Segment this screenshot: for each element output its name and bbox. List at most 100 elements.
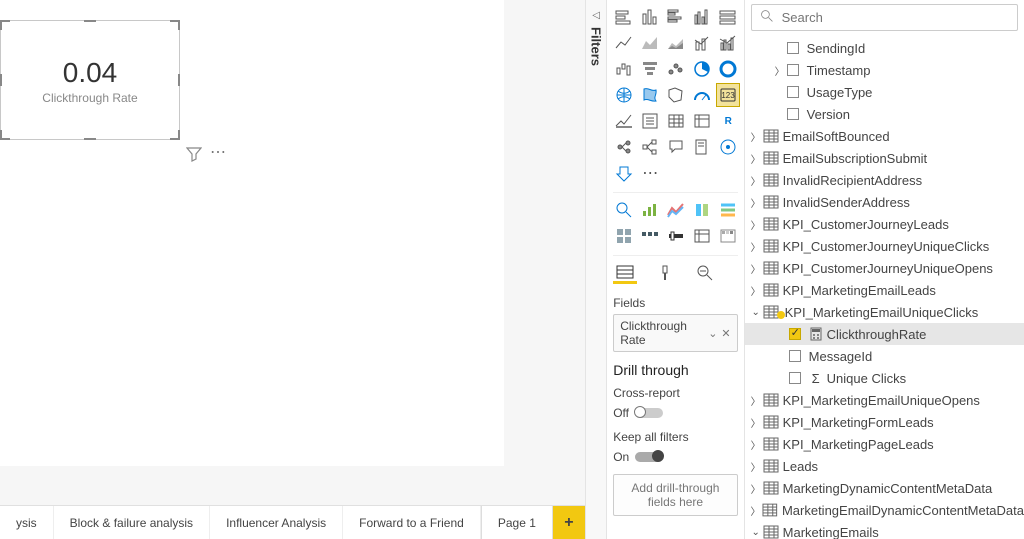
custom-visual-icon[interactable] bbox=[613, 225, 635, 247]
r-visual-icon[interactable]: R bbox=[717, 110, 739, 132]
paginated-icon[interactable] bbox=[691, 136, 713, 158]
table-MarketingEmailDynamicContentMetaData[interactable]: 〉MarketingEmailDynamicContentMetaData bbox=[745, 499, 1024, 521]
custom-visual-icon[interactable] bbox=[639, 225, 661, 247]
pie-chart-icon[interactable] bbox=[691, 58, 713, 80]
table-InvalidSenderAddress[interactable]: 〉InvalidSenderAddress bbox=[745, 191, 1024, 213]
cross-report-toggle[interactable]: Off bbox=[613, 406, 737, 420]
resize-handle[interactable] bbox=[84, 138, 96, 140]
fields-pane-button[interactable] bbox=[613, 262, 637, 284]
resize-handle[interactable] bbox=[0, 74, 2, 86]
analytics-pane-button[interactable] bbox=[693, 262, 717, 284]
filled-map-icon[interactable] bbox=[639, 84, 661, 106]
table-KPI_CustomerJourneyLeads[interactable]: 〉KPI_CustomerJourneyLeads bbox=[745, 213, 1024, 235]
chevron-down-icon[interactable]: ⌄ bbox=[708, 327, 717, 340]
card-visual[interactable]: 0.04 Clickthrough Rate ⋯ bbox=[0, 20, 180, 140]
table-Leads[interactable]: 〉Leads bbox=[745, 455, 1024, 477]
table-KPI_MarketingPageLeads[interactable]: 〉KPI_MarketingPageLeads bbox=[745, 433, 1024, 455]
resize-handle[interactable] bbox=[0, 130, 10, 140]
search-input[interactable] bbox=[782, 10, 1009, 25]
funnel-icon[interactable] bbox=[639, 58, 661, 80]
field-well-item: Clickthrough Rate bbox=[620, 319, 708, 347]
line-clustered-icon[interactable] bbox=[717, 32, 739, 54]
area-chart-icon[interactable] bbox=[639, 32, 661, 54]
line-column-icon[interactable] bbox=[691, 32, 713, 54]
stacked-area-icon[interactable] bbox=[665, 32, 687, 54]
custom-visual-icon[interactable] bbox=[665, 199, 687, 221]
stacked100-bar-icon[interactable] bbox=[717, 6, 739, 28]
stacked-column-icon[interactable] bbox=[639, 6, 661, 28]
fields-search[interactable] bbox=[751, 4, 1018, 31]
field-label: ClickthroughRate bbox=[827, 327, 927, 342]
table-KPI_MarketingEmailUniqueClicks[interactable]: ⌄KPI_MarketingEmailUniqueClicks bbox=[745, 301, 1024, 323]
donut-chart-icon[interactable] bbox=[717, 58, 739, 80]
field-Unique Clicks[interactable]: ΣUnique Clicks bbox=[745, 367, 1024, 389]
filter-icon[interactable] bbox=[186, 146, 202, 165]
field-SendingId[interactable]: SendingId bbox=[745, 37, 1024, 59]
keep-filters-toggle[interactable]: On bbox=[613, 450, 737, 464]
stacked-bar-icon[interactable] bbox=[613, 6, 635, 28]
page-tab[interactable]: Influencer Analysis bbox=[210, 506, 343, 539]
field-Version[interactable]: Version bbox=[745, 103, 1024, 125]
table-MarketingEmails[interactable]: ⌄MarketingEmails bbox=[745, 521, 1024, 539]
scatter-icon[interactable] bbox=[665, 58, 687, 80]
expand-icon[interactable]: ◁ bbox=[592, 10, 600, 21]
table-KPI_CustomerJourneyUniqueOpens[interactable]: 〉KPI_CustomerJourneyUniqueOpens bbox=[745, 257, 1024, 279]
custom-visual-icon[interactable] bbox=[717, 225, 739, 247]
kpi-icon[interactable] bbox=[613, 110, 635, 132]
waterfall-icon[interactable] bbox=[613, 58, 635, 80]
decomposition-icon[interactable] bbox=[639, 136, 661, 158]
drill-drop-zone[interactable]: Add drill-through fields here bbox=[613, 474, 737, 516]
line-chart-icon[interactable] bbox=[613, 32, 635, 54]
page-tab[interactable]: ysis bbox=[0, 506, 54, 539]
field-ClickthroughRate[interactable]: ClickthroughRate bbox=[745, 323, 1024, 345]
more-icon[interactable]: ⋯ bbox=[210, 146, 227, 165]
custom-visual-icon[interactable] bbox=[665, 225, 687, 247]
filters-pane-collapsed[interactable]: ◁ Filters bbox=[585, 0, 607, 539]
field-MessageId[interactable]: MessageId bbox=[745, 345, 1024, 367]
format-pane-button[interactable] bbox=[653, 262, 677, 284]
table-EmailSoftBounced[interactable]: 〉EmailSoftBounced bbox=[745, 125, 1024, 147]
clustered-bar-icon[interactable] bbox=[665, 6, 687, 28]
resize-handle[interactable] bbox=[0, 20, 10, 30]
custom-visual-icon[interactable] bbox=[639, 199, 661, 221]
table-EmailSubscriptionSubmit[interactable]: 〉EmailSubscriptionSubmit bbox=[745, 147, 1024, 169]
remove-field-icon[interactable]: ✕ bbox=[721, 327, 730, 340]
table-KPI_CustomerJourneyUniqueClicks[interactable]: 〉KPI_CustomerJourneyUniqueClicks bbox=[745, 235, 1024, 257]
table-icon[interactable] bbox=[665, 110, 687, 132]
field-well[interactable]: Clickthrough Rate ⌄ ✕ bbox=[613, 314, 737, 352]
page-tab-active[interactable]: Page 1 bbox=[481, 506, 553, 539]
map-icon[interactable] bbox=[613, 84, 635, 106]
arcgis-icon[interactable] bbox=[717, 136, 739, 158]
table-MarketingDynamicContentMetaData[interactable]: 〉MarketingDynamicContentMetaData bbox=[745, 477, 1024, 499]
table-KPI_MarketingFormLeads[interactable]: 〉KPI_MarketingFormLeads bbox=[745, 411, 1024, 433]
matrix-icon[interactable] bbox=[691, 110, 713, 132]
qna-icon[interactable] bbox=[665, 136, 687, 158]
field-UsageType[interactable]: UsageType bbox=[745, 81, 1024, 103]
resize-handle[interactable] bbox=[84, 20, 96, 22]
table-KPI_MarketingEmailUniqueOpens[interactable]: 〉KPI_MarketingEmailUniqueOpens bbox=[745, 389, 1024, 411]
card-icon[interactable]: 123 bbox=[717, 84, 739, 106]
table-KPI_MarketingEmailLeads[interactable]: 〉KPI_MarketingEmailLeads bbox=[745, 279, 1024, 301]
get-more-icon[interactable] bbox=[613, 162, 635, 184]
page-tab[interactable]: Block & failure analysis bbox=[54, 506, 210, 539]
custom-visual-icon[interactable] bbox=[717, 199, 739, 221]
resize-handle[interactable] bbox=[170, 130, 180, 140]
key-influencers-icon[interactable] bbox=[613, 136, 635, 158]
clustered-column-icon[interactable] bbox=[691, 6, 713, 28]
keep-filters-label: Keep all filters bbox=[613, 430, 737, 444]
resize-handle[interactable] bbox=[170, 20, 180, 30]
search-icon[interactable] bbox=[613, 199, 635, 221]
gauge-icon[interactable] bbox=[691, 84, 713, 106]
more-visuals-icon[interactable]: ⋯ bbox=[639, 162, 661, 184]
shape-map-icon[interactable] bbox=[665, 84, 687, 106]
custom-visual-icon[interactable] bbox=[691, 199, 713, 221]
table-label: Leads bbox=[783, 459, 818, 474]
custom-visual-icon[interactable] bbox=[691, 225, 713, 247]
slicer-icon[interactable] bbox=[639, 110, 661, 132]
field-Timestamp[interactable]: 〉Timestamp bbox=[745, 59, 1024, 81]
page-tab[interactable]: Forward to a Friend bbox=[343, 506, 481, 539]
table-InvalidRecipientAddress[interactable]: 〉InvalidRecipientAddress bbox=[745, 169, 1024, 191]
add-page-button[interactable]: + bbox=[553, 506, 585, 539]
table-label: KPI_MarketingFormLeads bbox=[783, 415, 934, 430]
resize-handle[interactable] bbox=[178, 74, 180, 86]
